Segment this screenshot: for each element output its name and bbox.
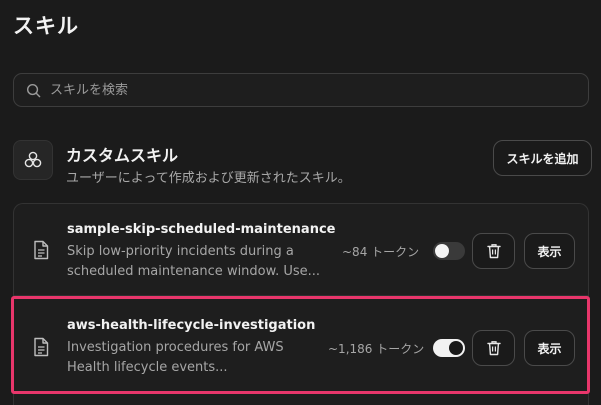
section-description: ユーザーによって作成および更新されたスキル。 bbox=[66, 171, 351, 186]
skill-name: aws-health-lifecycle-investigation bbox=[67, 318, 316, 333]
view-button[interactable]: 表示 bbox=[524, 330, 575, 366]
toggle-knob bbox=[449, 341, 463, 355]
token-count: ~84 トークン bbox=[342, 245, 420, 259]
trash-icon bbox=[486, 243, 501, 259]
document-icon bbox=[30, 239, 52, 261]
document-icon bbox=[30, 336, 52, 358]
skill-list: sample-skip-scheduled-maintenance Skip l… bbox=[13, 203, 589, 405]
skill-row[interactable]: aws-health-lifecycle-investigation Inves… bbox=[14, 297, 588, 395]
skill-description: Investigation procedures for AWS Health … bbox=[67, 338, 327, 378]
skill-row[interactable]: sample-skip-scheduled-maintenance Skip l… bbox=[14, 204, 588, 296]
token-count: ~1,186 トークン bbox=[328, 342, 425, 356]
delete-button[interactable] bbox=[472, 330, 515, 366]
search-box[interactable] bbox=[13, 73, 589, 107]
view-button[interactable]: 表示 bbox=[524, 233, 575, 269]
skill-description-line: Health lifecycle events... bbox=[67, 360, 228, 375]
toggle-knob bbox=[435, 244, 449, 258]
skill-description-line: Skip low-priority incidents during a bbox=[67, 244, 294, 259]
skill-description-line: Investigation procedures for AWS bbox=[67, 340, 284, 355]
delete-button[interactable] bbox=[472, 233, 515, 269]
skill-description: Skip low-priority incidents during a sch… bbox=[67, 242, 327, 282]
search-icon bbox=[25, 82, 41, 98]
add-skill-button[interactable]: スキルを追加 bbox=[493, 140, 592, 176]
skill-toggle[interactable] bbox=[433, 339, 465, 357]
skill-description-line: scheduled maintenance window. Use... bbox=[67, 264, 321, 279]
page-title: スキル bbox=[13, 14, 79, 38]
search-input[interactable] bbox=[41, 73, 588, 107]
skills-cluster-icon bbox=[13, 140, 53, 180]
skill-name: sample-skip-scheduled-maintenance bbox=[67, 222, 336, 237]
trash-icon bbox=[486, 340, 501, 356]
section-title: カスタムスキル bbox=[66, 146, 179, 165]
skill-toggle[interactable] bbox=[433, 242, 465, 260]
